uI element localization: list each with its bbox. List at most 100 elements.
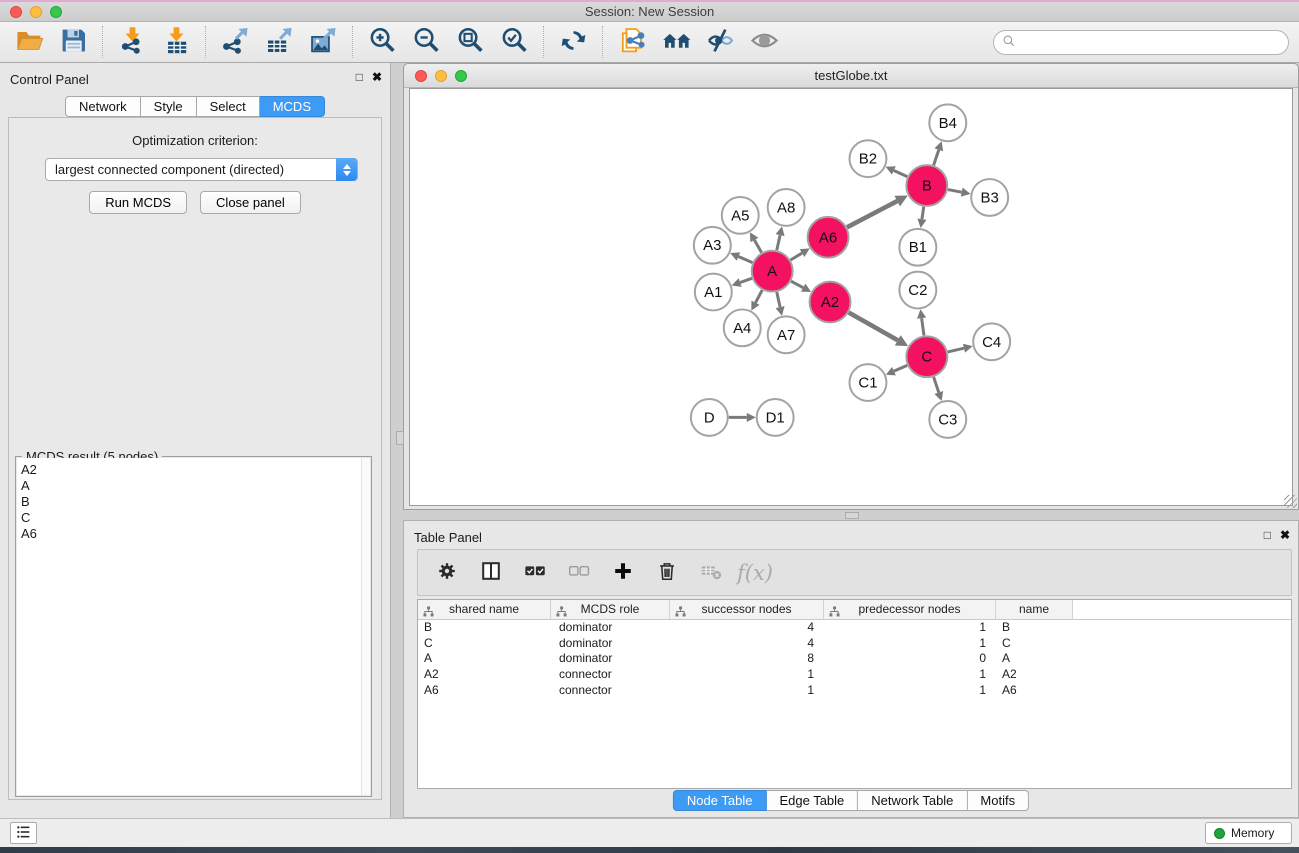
criterion-label: Optimization criterion: — [9, 133, 381, 148]
zoom-out-button[interactable] — [407, 25, 445, 59]
network-window-titlebar[interactable]: testGlobe.txt — [404, 64, 1298, 88]
mcds-result-list[interactable]: A2ABCA6 — [17, 458, 370, 795]
graph-node-A4[interactable]: A4 — [724, 309, 761, 346]
open-button[interactable] — [10, 25, 48, 59]
export-image-button[interactable] — [304, 25, 342, 59]
table-row[interactable]: Adominator80A — [418, 651, 1291, 667]
run-mcds-button[interactable]: Run MCDS — [89, 191, 187, 214]
refresh-button[interactable] — [554, 25, 592, 59]
graph-node-D[interactable]: D — [691, 399, 728, 436]
search-input[interactable] — [1016, 33, 1288, 53]
table-cell: 8 — [670, 651, 824, 667]
select-all-icon — [524, 560, 546, 585]
graph-node-B4[interactable]: B4 — [929, 104, 966, 141]
column-header-name[interactable]: name — [996, 600, 1073, 619]
show-panel-button[interactable] — [745, 25, 783, 59]
list-item[interactable]: A2 — [17, 462, 360, 478]
table-panel: Table Panel □ ✖ f(x) shared nameMCDS rol… — [403, 520, 1299, 818]
column-header-shared-name[interactable]: shared name — [418, 600, 551, 619]
list-item[interactable]: C — [17, 510, 360, 526]
control-panel-tabs: NetworkStyleSelectMCDS — [0, 96, 390, 117]
table-row[interactable]: A2connector11A2 — [418, 667, 1291, 683]
attribute-icon — [556, 604, 567, 623]
vertical-split-handle[interactable] — [396, 431, 404, 445]
graph-node-A5[interactable]: A5 — [722, 197, 759, 234]
graph-edge-B-B3 — [948, 188, 971, 197]
graph-node-C1[interactable]: C1 — [850, 364, 887, 401]
graph-node-C3[interactable]: C3 — [929, 401, 966, 438]
table-row[interactable]: Bdominator41B — [418, 620, 1291, 636]
close-panel-icon[interactable]: ✖ — [372, 70, 382, 84]
tab-network[interactable]: Network — [65, 96, 141, 117]
graph-node-A2[interactable]: A2 — [810, 282, 851, 323]
show-column-button[interactable] — [476, 558, 506, 588]
graph-node-B2[interactable]: B2 — [850, 140, 887, 177]
task-history-button[interactable] — [10, 822, 37, 844]
table-tab-motifs[interactable]: Motifs — [967, 790, 1029, 811]
result-list-scrollbar[interactable] — [361, 458, 370, 795]
graph-node-D1[interactable]: D1 — [757, 399, 794, 436]
graph-node-C2[interactable]: C2 — [899, 272, 936, 309]
graph-node-A8[interactable]: A8 — [768, 189, 805, 226]
import-network-button[interactable] — [113, 25, 151, 59]
export-table-button[interactable] — [260, 25, 298, 59]
graph-node-B3[interactable]: B3 — [971, 179, 1008, 216]
zoom-fit-button[interactable] — [451, 25, 489, 59]
status-bar: Memory — [0, 818, 1299, 847]
select-all-button[interactable] — [520, 558, 550, 588]
create-column-button[interactable] — [608, 558, 638, 588]
close-panel-button[interactable]: Close panel — [200, 191, 301, 214]
import-table-button[interactable] — [157, 25, 195, 59]
column-header-mcds-role[interactable]: MCDS role — [551, 600, 670, 619]
dropdown-stepper-icon — [336, 158, 357, 181]
network-graph[interactable]: A A1 A2 A3 A4 A5 A6 A7 A8 B B1 B2 B3 B4 C C1 C2 C3 C4 D D1 — [410, 89, 1292, 505]
table-row[interactable]: Cdominator41C — [418, 636, 1291, 652]
table-tab-node-table[interactable]: Node Table — [673, 790, 767, 811]
graph-node-B1[interactable]: B1 — [899, 229, 936, 266]
float-table-panel-icon[interactable]: □ — [1264, 528, 1271, 542]
zoom-in-button[interactable] — [363, 25, 401, 59]
table-tab-network-table[interactable]: Network Table — [858, 790, 967, 811]
list-item[interactable]: A6 — [17, 526, 360, 542]
memory-button[interactable]: Memory — [1205, 822, 1292, 844]
table-settings-button[interactable] — [432, 558, 462, 588]
search-field[interactable] — [993, 30, 1289, 55]
network-canvas[interactable]: A A1 A2 A3 A4 A5 A6 A7 A8 B B1 B2 B3 B4 C C1 C2 C3 C4 D D1 — [409, 88, 1293, 506]
trash-icon — [656, 560, 678, 585]
save-button[interactable] — [54, 25, 92, 59]
graph-node-C4[interactable]: C4 — [973, 323, 1010, 360]
list-item[interactable]: B — [17, 494, 360, 510]
zoom-selected-button[interactable] — [495, 25, 533, 59]
eye-icon — [750, 26, 779, 58]
unselect-all-button[interactable] — [564, 558, 594, 588]
delete-column-button[interactable] — [652, 558, 682, 588]
graph-node-B[interactable]: B — [906, 165, 947, 206]
horizontal-split-handle[interactable] — [845, 512, 859, 519]
window-resize-grip[interactable] — [1284, 495, 1297, 508]
column-header-successor-nodes[interactable]: successor nodes — [670, 600, 824, 619]
export-network-button[interactable] — [216, 25, 254, 59]
graph-node-A7[interactable]: A7 — [768, 316, 805, 353]
open-session-home-button[interactable] — [657, 25, 695, 59]
column-header-predecessor-nodes[interactable]: predecessor nodes — [824, 600, 996, 619]
tab-style[interactable]: Style — [141, 96, 197, 117]
table-row[interactable]: A6connector11A6 — [418, 683, 1291, 699]
fx-icon: f(x) — [737, 561, 773, 585]
table-tab-edge-table[interactable]: Edge Table — [766, 790, 858, 811]
graph-node-A3[interactable]: A3 — [694, 227, 731, 264]
tab-select[interactable]: Select — [197, 96, 260, 117]
tab-mcds[interactable]: MCDS — [260, 96, 325, 117]
new-network-from-selection-button[interactable] — [613, 25, 651, 59]
svg-text:D: D — [704, 409, 715, 426]
svg-text:B2: B2 — [859, 151, 877, 168]
list-item[interactable]: A — [17, 478, 360, 494]
export-table-icon — [265, 26, 294, 58]
graph-node-C[interactable]: C — [906, 336, 947, 377]
criterion-dropdown[interactable]: largest connected component (directed) — [45, 158, 358, 181]
graph-node-A6[interactable]: A6 — [808, 217, 849, 258]
graph-node-A[interactable]: A — [752, 251, 793, 292]
close-table-panel-icon[interactable]: ✖ — [1280, 528, 1290, 542]
graph-node-A1[interactable]: A1 — [695, 274, 732, 311]
float-panel-icon[interactable]: □ — [356, 70, 363, 84]
hide-panel-button[interactable] — [701, 25, 739, 59]
